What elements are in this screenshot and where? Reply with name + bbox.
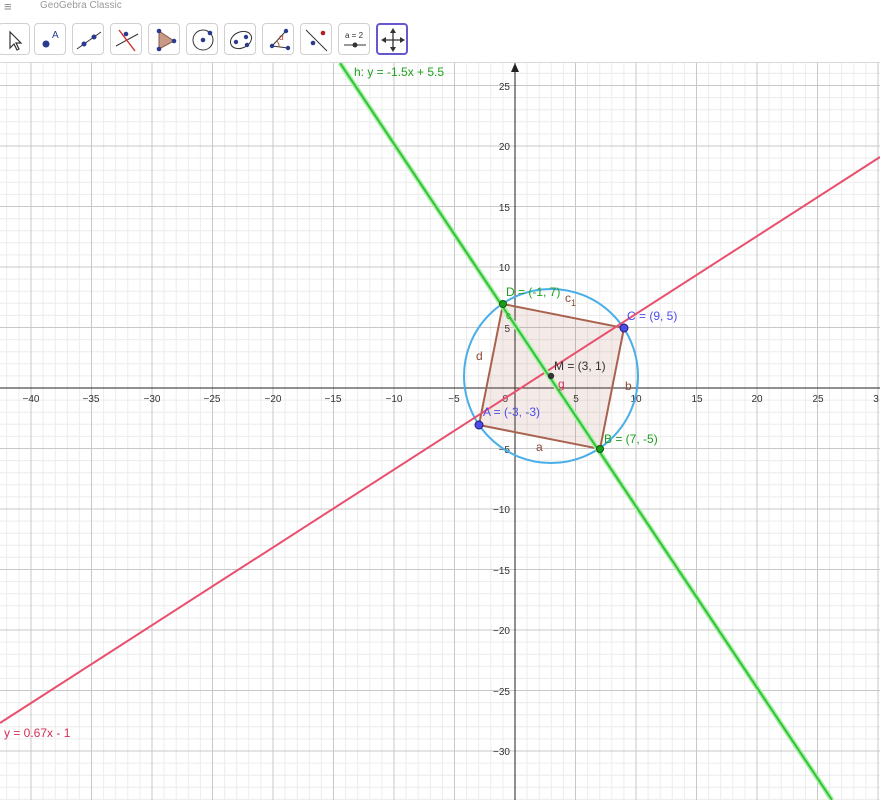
angle-tool-button[interactable]: α (262, 23, 294, 55)
x-tick-label: −10 (386, 394, 403, 405)
x-tick-label: 3 (873, 394, 879, 405)
polygon-icon (156, 28, 177, 52)
point-tool-button[interactable]: A (34, 23, 66, 55)
title-bar: ≡ GeoGebra Classic (0, 0, 880, 18)
point-d[interactable] (499, 300, 507, 308)
perpendicular-line-tool-button[interactable] (110, 23, 142, 55)
point-d-label: D = (-1, 7) (506, 285, 560, 299)
line-through-points-icon (76, 31, 102, 50)
x-tick-label: −20 (265, 394, 282, 405)
y-tick-label: 15 (499, 203, 511, 214)
x-tick-label: −25 (204, 394, 221, 405)
svg-text:A: A (52, 30, 59, 41)
point-c-label: C = (9, 5) (627, 309, 677, 323)
line-h-label: h: y = -1.5x + 5.5 (354, 65, 444, 79)
x-tick-label: −30 (144, 394, 161, 405)
line-g[interactable] (0, 156, 880, 724)
point-c[interactable] (619, 323, 629, 333)
y-tick-label: −25 (493, 687, 510, 698)
x-tick-label: 25 (812, 394, 824, 405)
segment-b-label: b (625, 379, 632, 393)
move-graphics-view-tool-button[interactable] (376, 23, 408, 55)
point-m[interactable] (547, 372, 555, 380)
segment-a-label: a (536, 440, 543, 454)
x-tick-label: −15 (325, 394, 342, 405)
x-tick-label: −5 (448, 394, 460, 405)
slider-icon: a = 2 (344, 31, 366, 48)
app-title: GeoGebra Classic (40, 0, 122, 11)
y-tick-label: −20 (493, 626, 510, 637)
x-tick-label: 15 (691, 394, 703, 405)
y-axis-arrow-icon (511, 63, 519, 72)
line-f-name-label: c (506, 311, 511, 322)
point-a-label: A = (-3, -3) (483, 405, 540, 419)
arrow-pointer-icon (9, 30, 23, 51)
point-a[interactable] (474, 420, 484, 430)
toolbar: A α a = 2 (0, 18, 880, 63)
y-tick-label: 25 (499, 82, 511, 93)
point-m-label: M = (3, 1) (554, 359, 606, 373)
ellipse-tool-button[interactable] (224, 23, 256, 55)
line-h[interactable] (339, 63, 833, 800)
line-tool-button[interactable] (72, 23, 104, 55)
graphics-view[interactable]: −40 −35 −30 −25 −20 −15 −10 −5 5 10 15 2… (0, 63, 880, 800)
line-g-name-label: g (558, 377, 565, 391)
y-tick-label: 20 (499, 142, 511, 153)
polygon-tool-button[interactable] (148, 23, 180, 55)
reflect-tool-button[interactable] (300, 23, 332, 55)
y-tick-label: −15 (493, 566, 510, 577)
ellipse-icon (229, 30, 253, 50)
y-tick-label: 10 (499, 263, 511, 274)
y-tick-label: −30 (493, 747, 510, 758)
line-g-equation-label: y = 0.67x - 1 (4, 726, 71, 740)
move-graphics-view-icon (381, 28, 405, 52)
segment-d-label: d (476, 349, 483, 363)
move-tool-button[interactable] (0, 23, 30, 55)
circle-tool-button[interactable] (186, 23, 218, 55)
y-tick-label: −10 (493, 505, 510, 516)
circle-center-point-icon (192, 29, 214, 51)
x-tick-label: 20 (751, 394, 763, 405)
point-b[interactable] (596, 445, 604, 453)
point-icon: A (42, 30, 59, 48)
grid-major (0, 63, 880, 800)
graphics-canvas[interactable]: −40 −35 −30 −25 −20 −15 −10 −5 5 10 15 2… (0, 63, 880, 800)
svg-text:α: α (279, 33, 284, 42)
x-tick-labels: −40 −35 −30 −25 −20 −15 −10 −5 5 10 15 2… (23, 394, 880, 405)
x-tick-label: −40 (23, 394, 40, 405)
slider-tool-button[interactable]: a = 2 (338, 23, 370, 55)
reflect-about-line-icon (305, 29, 328, 52)
grid-minor (0, 63, 880, 800)
svg-text:a = 2: a = 2 (345, 31, 364, 40)
angle-icon: α (269, 28, 291, 51)
segment-c1-label: c1 (565, 291, 576, 308)
point-b-label: B = (7, -5) (604, 432, 658, 446)
perpendicular-line-icon (115, 29, 139, 52)
menu-icon[interactable]: ≡ (4, 0, 12, 14)
x-tick-label: −35 (83, 394, 100, 405)
